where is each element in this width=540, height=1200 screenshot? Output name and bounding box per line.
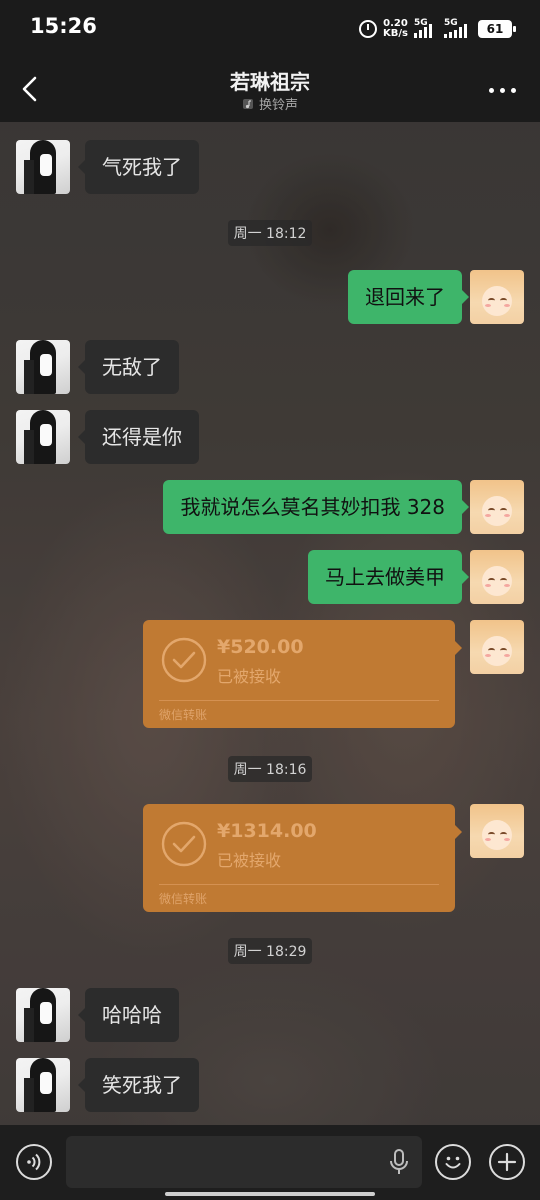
contact-avatar[interactable] [16,988,70,1042]
voice-icon[interactable] [16,1144,52,1180]
input-bar [0,1125,540,1200]
network-speed: 0.20 KB/s [383,18,408,39]
message-bubble-sent[interactable]: 退回来了 [348,270,469,324]
status-bar: 15:26 0.20 KB/s 5G 5G 61 [0,0,540,58]
message-bubble-sent[interactable]: 马上去做美甲 [308,550,469,604]
contact-avatar[interactable] [16,1058,70,1112]
message-bubble-received[interactable]: 笑死我了 [78,1058,199,1112]
contact-avatar[interactable] [16,410,70,464]
chat-title[interactable]: 若琳祖宗 [0,66,540,95]
mic-icon[interactable] [388,1148,410,1176]
message-bubble-received[interactable]: 无敌了 [78,340,179,394]
transfer-source: 微信转账 [159,708,208,722]
check-circle-icon [161,637,207,683]
emoji-icon[interactable] [435,1144,471,1180]
alarm-icon [359,20,378,38]
timestamp: 周一 18:16 [0,756,540,782]
timestamp: 周一 18:12 [0,220,540,246]
self-avatar[interactable] [470,270,524,324]
message-bubble-received[interactable]: 还得是你 [78,410,199,464]
message-bubble-sent[interactable]: 我就说怎么莫名其妙扣我 328 [163,480,469,534]
transfer-status: 已被接收 [217,851,282,870]
contact-avatar[interactable] [16,140,70,194]
chat-header: 若琳祖宗 换铃声 [0,58,540,122]
plus-icon[interactable] [489,1144,525,1180]
signal-icon: 5G [414,18,438,38]
message-bubble-received[interactable]: 哈哈哈 [78,988,179,1042]
battery-icon: 61 [478,20,516,38]
transfer-card[interactable]: ¥1314.00 已被接收 微信转账 [143,804,462,912]
self-avatar[interactable] [470,480,524,534]
ringtone-icon [242,99,253,109]
self-avatar[interactable] [470,804,524,858]
self-avatar[interactable] [470,620,524,674]
message-bubble-received[interactable]: 气死我了 [78,140,199,194]
signal-icon-2: 5G [444,18,472,38]
transfer-source: 微信转账 [159,892,208,906]
contact-avatar[interactable] [16,340,70,394]
transfer-status: 已被接收 [217,667,282,686]
home-indicator [165,1192,375,1196]
chat-subtitle[interactable]: 换铃声 [0,94,540,113]
timestamp: 周一 18:29 [0,938,540,964]
check-circle-icon [161,821,207,867]
transfer-amount: ¥520.00 [217,636,304,658]
message-list[interactable]: 气死我了 周一 18:12 退回来了 无敌了 还得是你 我就说怎么莫名其妙扣我 … [0,122,540,1125]
transfer-card[interactable]: ¥520.00 已被接收 微信转账 [143,620,462,728]
more-dots-icon[interactable] [484,80,520,100]
self-avatar[interactable] [470,550,524,604]
message-input[interactable] [66,1136,422,1188]
status-time: 15:26 [30,14,97,38]
transfer-amount: ¥1314.00 [217,820,317,842]
